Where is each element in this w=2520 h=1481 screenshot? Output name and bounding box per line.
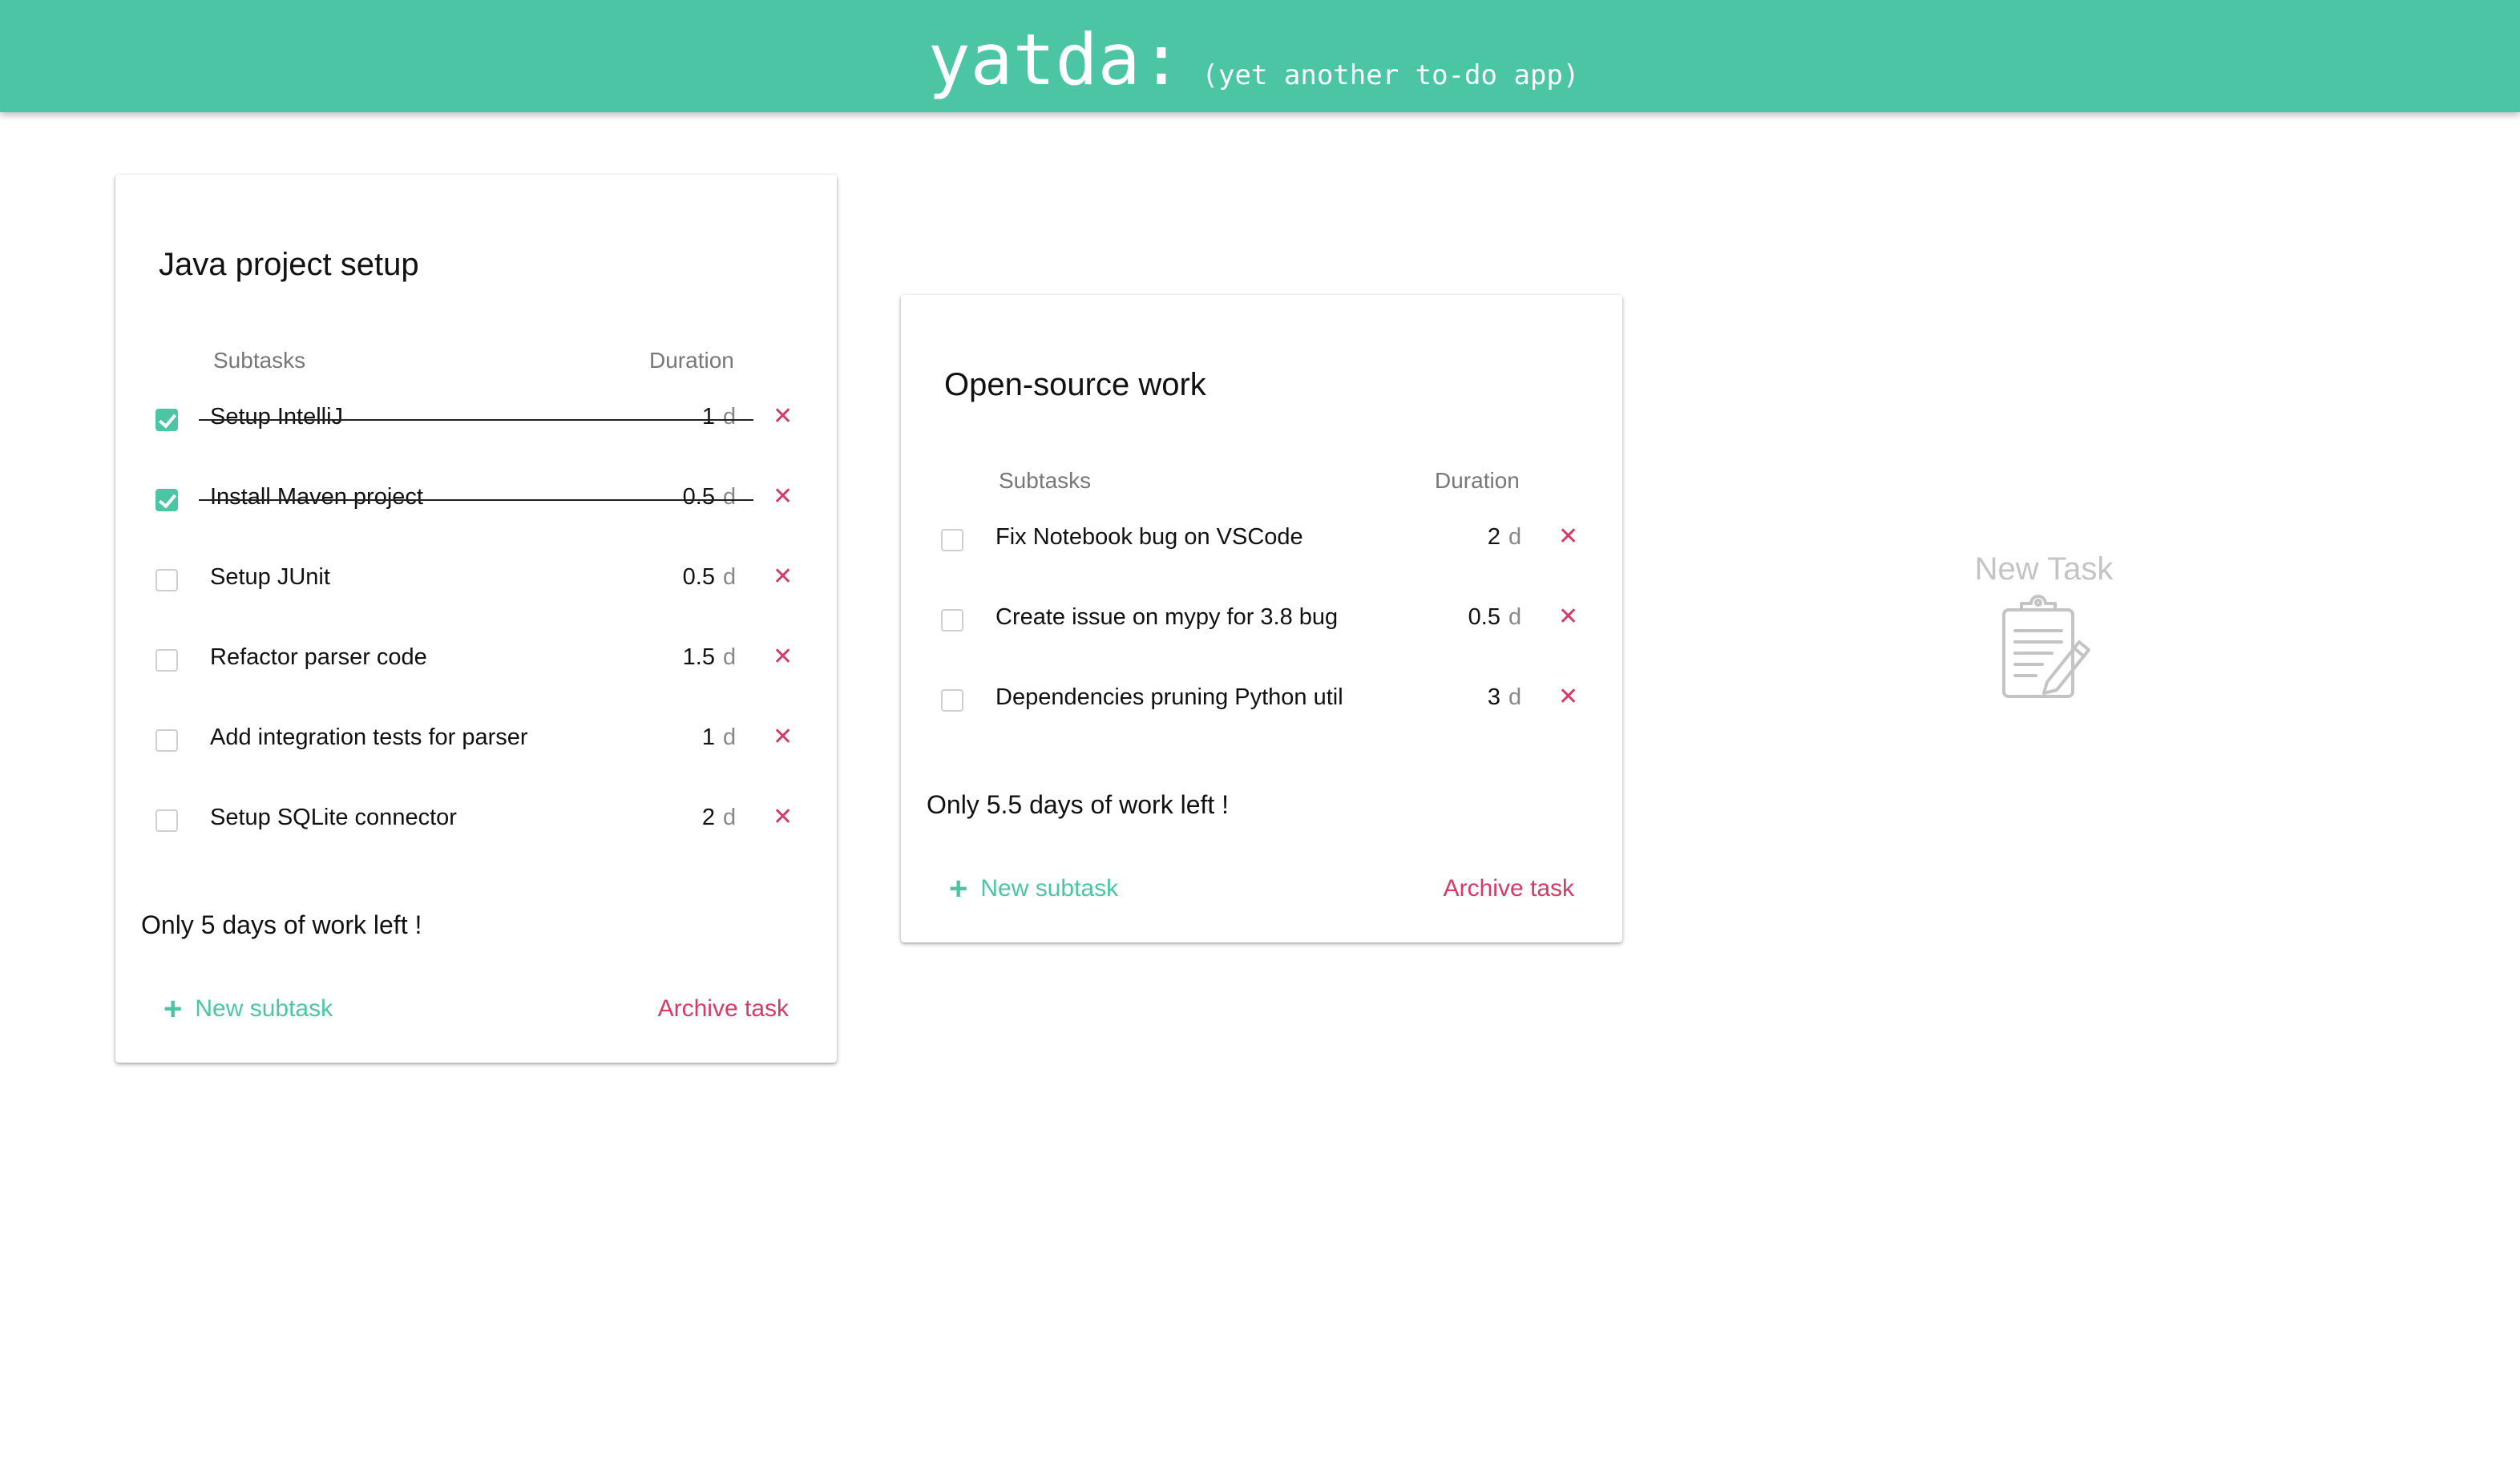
- subtask-row: Dependencies pruning Python util 3 d ✕: [901, 676, 1622, 724]
- duration-unit: d: [1508, 524, 1522, 550]
- subtask-name: Setup IntelliJ: [210, 404, 344, 430]
- new-subtask-button[interactable]: + New subtask: [164, 991, 333, 1027]
- subtask-checkbox[interactable]: [155, 409, 178, 431]
- app-tagline: (yet another to-do app): [1201, 59, 1580, 91]
- subtask-name: Install Maven project: [210, 484, 423, 510]
- delete-subtask-icon[interactable]: ✕: [1558, 523, 1578, 551]
- subtask-name: Setup JUnit: [210, 564, 330, 590]
- subtask-name: Refactor parser code: [210, 644, 427, 670]
- subtask-duration[interactable]: 3: [1488, 684, 1500, 711]
- duration-unit: d: [723, 805, 737, 830]
- strikethrough-line: [199, 419, 753, 421]
- subtask-row: Install Maven project 0.5 d ✕: [115, 476, 837, 524]
- work-left-summary: Only 5 days of work left !: [141, 910, 422, 939]
- delete-subtask-icon[interactable]: ✕: [773, 402, 793, 430]
- subtask-name: Add integration tests for parser: [210, 724, 528, 750]
- task-card: Java project setup Subtasks Duration Set…: [115, 175, 837, 1063]
- duration-column-header: Duration: [649, 348, 734, 373]
- subtask-checkbox[interactable]: [941, 529, 963, 551]
- subtask-duration[interactable]: 0.5: [1468, 604, 1500, 631]
- subtask-duration[interactable]: 0.5: [683, 484, 715, 510]
- subtask-checkbox[interactable]: [155, 809, 178, 832]
- duration-unit: d: [723, 484, 737, 510]
- duration-unit: d: [723, 564, 737, 590]
- subtask-checkbox[interactable]: [941, 609, 963, 632]
- duration-unit: d: [1508, 684, 1522, 710]
- new-task-label: New Task: [1974, 551, 2114, 587]
- duration-unit: d: [723, 724, 737, 750]
- subtask-duration[interactable]: 1: [702, 724, 715, 751]
- app-brand: yatda: (yet another to-do app): [928, 18, 1580, 101]
- plus-icon: +: [164, 991, 183, 1027]
- subtask-duration[interactable]: 2: [702, 805, 715, 831]
- subtask-name: Fix Notebook bug on VSCode: [995, 524, 1303, 550]
- delete-subtask-icon[interactable]: ✕: [1558, 603, 1578, 631]
- work-left-summary: Only 5.5 days of work left !: [927, 790, 1230, 819]
- subtask-row: Fix Notebook bug on VSCode 2 d ✕: [901, 516, 1622, 564]
- duration-unit: d: [723, 404, 737, 430]
- clipboard-edit-icon: [2002, 595, 2090, 698]
- subtask-row: Setup SQLite connector 2 d ✕: [115, 797, 837, 845]
- subtask-row: Create issue on mypy for 3.8 bug 0.5 d ✕: [901, 596, 1622, 644]
- delete-subtask-icon[interactable]: ✕: [773, 803, 793, 831]
- subtask-name: Create issue on mypy for 3.8 bug: [995, 604, 1339, 630]
- subtask-row: Setup IntelliJ 1 d ✕: [115, 396, 837, 444]
- subtask-checkbox[interactable]: [155, 649, 178, 672]
- new-subtask-label: New subtask: [195, 995, 333, 1022]
- delete-subtask-icon[interactable]: ✕: [773, 643, 793, 671]
- task-title: Java project setup: [159, 247, 419, 282]
- delete-subtask-icon[interactable]: ✕: [773, 563, 793, 591]
- subtask-checkbox[interactable]: [941, 689, 963, 712]
- archive-task-button[interactable]: Archive task: [658, 995, 789, 1023]
- subtask-name: Setup SQLite connector: [210, 805, 457, 830]
- plus-icon: +: [949, 871, 968, 906]
- check-icon: [158, 490, 177, 509]
- task-title: Open-source work: [944, 367, 1206, 402]
- delete-subtask-icon[interactable]: ✕: [773, 482, 793, 510]
- new-subtask-label: New subtask: [980, 875, 1119, 902]
- subtask-row: Add integration tests for parser 1 d ✕: [115, 716, 837, 765]
- subtask-row: Refactor parser code 1.5 d ✕: [115, 636, 837, 684]
- app-header: yatda: (yet another to-do app): [0, 0, 2520, 112]
- check-icon: [158, 410, 177, 429]
- new-task-button[interactable]: New Task: [1956, 551, 2132, 708]
- subtask-name: Dependencies pruning Python util: [995, 684, 1343, 710]
- new-subtask-button[interactable]: + New subtask: [949, 871, 1119, 906]
- archive-task-button[interactable]: Archive task: [1444, 875, 1574, 902]
- delete-subtask-icon[interactable]: ✕: [773, 723, 793, 751]
- subtask-duration[interactable]: 1: [702, 404, 715, 430]
- subtask-checkbox[interactable]: [155, 729, 178, 752]
- subtask-checkbox[interactable]: [155, 569, 178, 591]
- duration-unit: d: [1508, 604, 1522, 630]
- task-card: Open-source work Subtasks Duration Fix N…: [901, 295, 1622, 942]
- subtask-duration[interactable]: 2: [1488, 524, 1500, 551]
- subtask-duration[interactable]: 0.5: [683, 564, 715, 591]
- app-name: yatda:: [927, 18, 1183, 101]
- subtasks-column-header: Subtasks: [999, 468, 1092, 493]
- subtasks-column-header: Subtasks: [213, 348, 306, 373]
- delete-subtask-icon[interactable]: ✕: [1558, 683, 1578, 711]
- subtask-duration[interactable]: 1.5: [683, 644, 715, 671]
- subtask-row: Setup JUnit 0.5 d ✕: [115, 556, 837, 604]
- duration-column-header: Duration: [1435, 468, 1520, 493]
- strikethrough-line: [199, 499, 753, 501]
- duration-unit: d: [723, 644, 737, 670]
- subtask-checkbox[interactable]: [155, 489, 178, 511]
